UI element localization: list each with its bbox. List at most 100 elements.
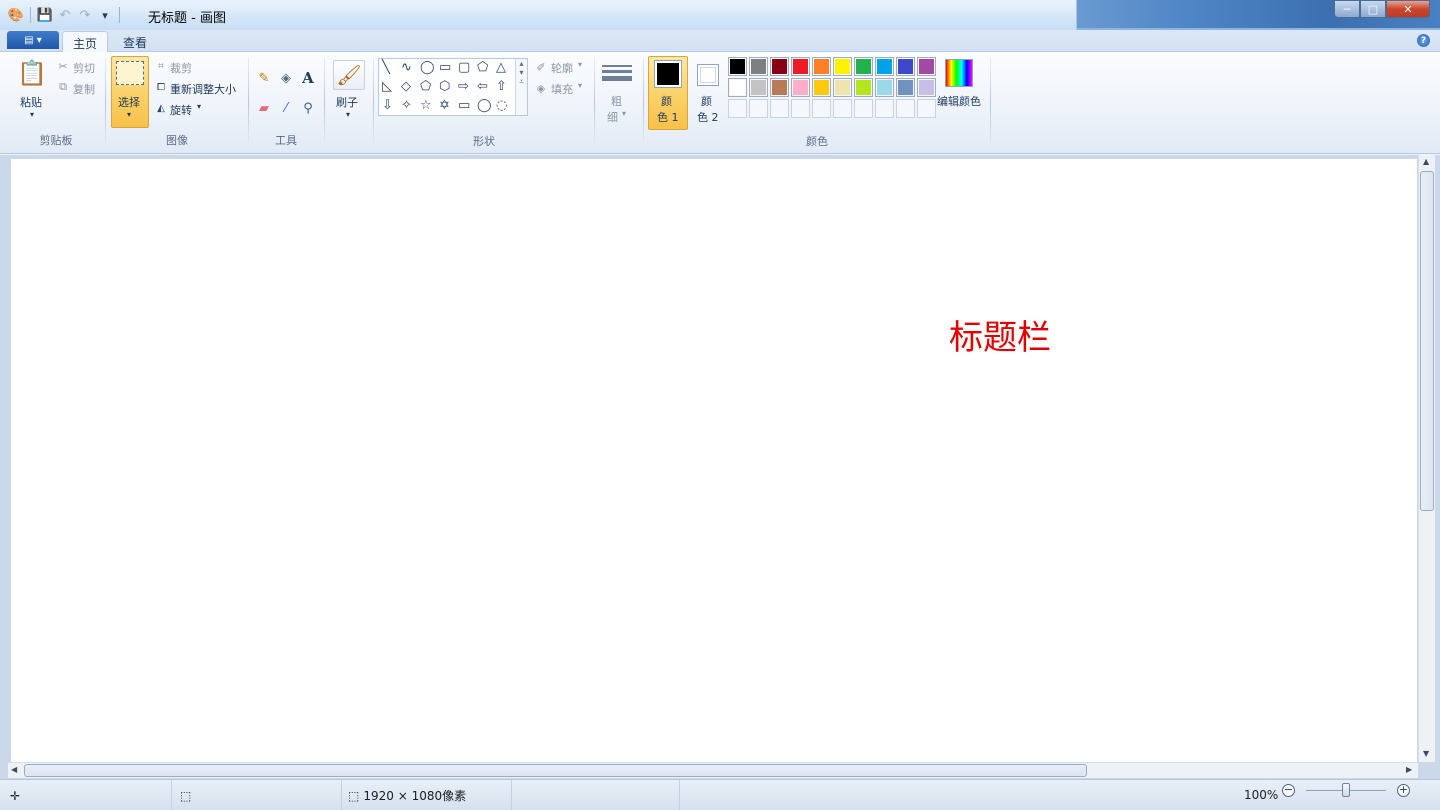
shape-row1-2[interactable]: ◯: [420, 61, 435, 75]
close-button[interactable]: ✕: [1386, 0, 1430, 18]
shape-row1-0[interactable]: ╲: [382, 61, 390, 75]
vertical-scrollbar[interactable]: ▲ ▼: [1418, 155, 1435, 762]
paste-icon[interactable]: 📋: [17, 58, 47, 88]
palette-swatch[interactable]: [812, 78, 831, 97]
palette-swatch[interactable]: [770, 78, 789, 97]
palette-swatch[interactable]: [749, 99, 768, 118]
undo-icon[interactable]: ↶: [55, 5, 75, 25]
maximize-button[interactable]: □: [1360, 0, 1386, 18]
size-lines-icon[interactable]: [602, 60, 632, 86]
palette-swatch[interactable]: [770, 57, 789, 76]
palette-swatch[interactable]: [791, 78, 810, 97]
tab-view[interactable]: 查看: [113, 31, 157, 53]
color-picker-icon[interactable]: ⁄: [276, 98, 296, 118]
palette-swatch[interactable]: [917, 78, 936, 97]
edit-colors-icon[interactable]: [945, 59, 973, 87]
resize-button[interactable]: 重新调整大小: [170, 81, 236, 97]
palette-swatch[interactable]: [833, 99, 852, 118]
brushes-button[interactable]: 刷子: [336, 94, 358, 110]
magnifier-icon[interactable]: ⚲: [298, 98, 318, 118]
drawing-canvas[interactable]: [11, 159, 1417, 762]
crop-button[interactable]: 裁剪: [170, 60, 192, 76]
palette-swatch[interactable]: [896, 99, 915, 118]
paste-dropdown-icon[interactable]: ▾: [30, 110, 34, 119]
shape-row3-1[interactable]: ✧: [401, 99, 412, 113]
palette-swatch[interactable]: [728, 57, 747, 76]
shape-row2-4[interactable]: ⇨: [458, 80, 469, 94]
palette-swatch[interactable]: [812, 57, 831, 76]
help-icon[interactable]: ?: [1417, 34, 1430, 47]
palette-swatch[interactable]: [833, 78, 852, 97]
palette-swatch[interactable]: [833, 57, 852, 76]
size-dropdown-icon[interactable]: ▾: [622, 109, 626, 118]
redo-icon[interactable]: ↷: [75, 5, 95, 25]
edit-colors-button[interactable]: 编辑颜色: [937, 93, 981, 109]
shape-row3-6[interactable]: ◌: [496, 99, 507, 113]
shape-row1-3[interactable]: ▭: [439, 61, 451, 75]
palette-swatch[interactable]: [917, 99, 936, 118]
fill-button[interactable]: 填充: [551, 81, 573, 97]
copy-button[interactable]: 复制: [73, 81, 95, 97]
shape-row3-4[interactable]: ▭: [458, 99, 470, 113]
outline-button[interactable]: 轮廓: [551, 60, 573, 76]
palette-swatch[interactable]: [875, 99, 894, 118]
eraser-icon[interactable]: ▰: [254, 98, 274, 118]
scroll-right-arrow-icon[interactable]: ▶: [1406, 765, 1412, 774]
shape-row3-5[interactable]: ◯: [477, 99, 492, 113]
shape-row2-0[interactable]: ◺: [382, 80, 392, 94]
scroll-left-arrow-icon[interactable]: ◀: [11, 765, 17, 774]
cut-button[interactable]: 剪切: [73, 60, 95, 76]
scroll-up-arrow-icon[interactable]: ▲: [1423, 157, 1429, 166]
palette-swatch[interactable]: [749, 78, 768, 97]
palette-swatch[interactable]: [791, 57, 810, 76]
size-label-2[interactable]: 细: [607, 109, 618, 125]
zoom-out-button[interactable]: −: [1282, 784, 1295, 797]
paste-button[interactable]: 粘贴: [20, 94, 42, 110]
shape-row3-0[interactable]: ⇩: [382, 99, 393, 113]
palette-swatch[interactable]: [875, 57, 894, 76]
palette-swatch[interactable]: [854, 57, 873, 76]
palette-swatch[interactable]: [812, 99, 831, 118]
tab-home[interactable]: 主页: [62, 31, 109, 53]
shape-row1-1[interactable]: ∿: [401, 61, 412, 75]
palette-swatch[interactable]: [791, 99, 810, 118]
horizontal-scroll-thumb[interactable]: [24, 764, 1087, 777]
horizontal-scrollbar[interactable]: ◀ ▶: [8, 762, 1418, 778]
shapes-gallery-scroll[interactable]: ▴ ▾ ⩡: [515, 59, 527, 115]
outline-dropdown-icon[interactable]: ▾: [578, 60, 582, 69]
palette-swatch[interactable]: [728, 99, 747, 118]
customize-quick-access-icon[interactable]: ▾: [95, 5, 115, 25]
zoom-slider-thumb[interactable]: [1342, 783, 1350, 797]
palette-swatch[interactable]: [896, 78, 915, 97]
save-icon[interactable]: 💾: [35, 5, 55, 25]
shape-row2-3[interactable]: ⬡: [439, 80, 450, 94]
select-dropdown-icon[interactable]: ▾: [127, 110, 131, 119]
minimize-button[interactable]: ─: [1334, 0, 1360, 18]
vertical-scroll-thumb[interactable]: [1420, 171, 1434, 511]
brushes-dropdown-icon[interactable]: ▾: [346, 110, 350, 119]
text-tool-icon[interactable]: A: [298, 68, 318, 88]
shape-row3-2[interactable]: ☆: [420, 99, 432, 113]
paint-menu-button[interactable]: ▤ ▾: [7, 31, 59, 49]
brush-icon[interactable]: 🖌: [333, 60, 365, 90]
shape-row2-1[interactable]: ◇: [401, 80, 411, 94]
fill-dropdown-icon[interactable]: ▾: [578, 81, 582, 90]
color2-button[interactable]: [697, 64, 719, 86]
shape-row2-2[interactable]: ⬠: [420, 80, 431, 94]
palette-swatch[interactable]: [896, 57, 915, 76]
scroll-down-arrow-icon[interactable]: ▼: [1423, 749, 1429, 758]
rotate-button[interactable]: 旋转: [170, 102, 192, 118]
pencil-icon[interactable]: ✎: [254, 68, 274, 88]
palette-swatch[interactable]: [770, 99, 789, 118]
palette-swatch[interactable]: [875, 78, 894, 97]
fill-bucket-icon[interactable]: ◈: [276, 68, 296, 88]
shape-row3-3[interactable]: ✡: [439, 99, 450, 113]
shape-row1-6[interactable]: △: [496, 61, 506, 75]
zoom-in-button[interactable]: +: [1397, 784, 1410, 797]
palette-swatch[interactable]: [749, 57, 768, 76]
shape-row2-5[interactable]: ⇦: [477, 80, 488, 94]
palette-swatch[interactable]: [728, 78, 747, 97]
shape-row1-4[interactable]: ▢: [458, 61, 470, 75]
rotate-dropdown-icon[interactable]: ▾: [197, 102, 201, 111]
palette-swatch[interactable]: [854, 78, 873, 97]
